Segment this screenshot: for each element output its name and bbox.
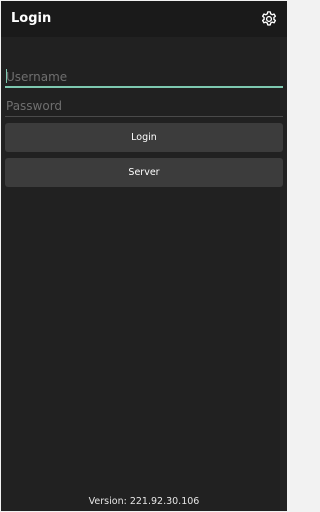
username-field[interactable] [5, 66, 283, 88]
settings-button[interactable] [260, 10, 278, 28]
gear-icon [261, 11, 277, 26]
password-input[interactable] [5, 95, 283, 117]
login-screen: Login Login Server Version: 221.92.30.10… [1, 1, 287, 511]
page-title: Login [11, 11, 52, 26]
text-caret [6, 69, 7, 83]
version-label: Version: 221.92.30.106 [88, 496, 200, 507]
password-field[interactable] [5, 95, 283, 117]
server-button[interactable]: Server [5, 158, 283, 187]
app-bar: Login [1, 1, 287, 37]
login-button[interactable]: Login [5, 123, 283, 152]
username-input[interactable] [5, 66, 283, 88]
